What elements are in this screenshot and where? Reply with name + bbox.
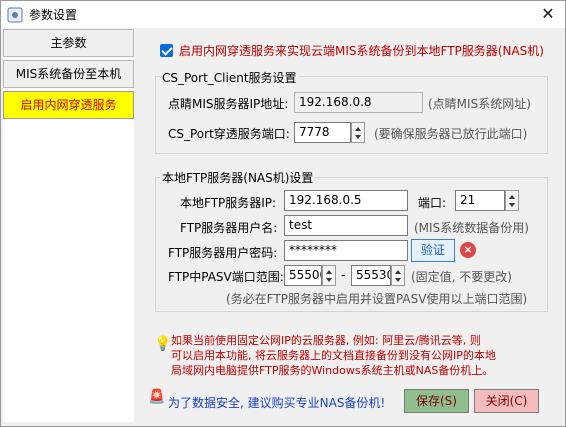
pasv-to-spinner[interactable] [391,265,405,286]
penetration-port-label: CS_Port穿透服务端口: [168,127,290,141]
tip-text: 如果当前使用固定公网IP的云服务器, 例如: 阿里云/腾讯云等, 则 可以启用本… [171,333,551,378]
ftp-port-label: 端口: [418,196,447,210]
close-button[interactable]: 关闭(C) [474,389,539,413]
verify-button[interactable]: 验证 [411,239,455,262]
server-ip-label: 点睛MIS服务器IP地址: [168,97,289,111]
save-button[interactable]: 保存(S) [404,389,469,413]
title-bar: 参数设置 ✕ [1,1,565,28]
pasv-range-label: FTP中PASV端口范围: [168,270,284,284]
main-panel: 启用内网穿透服务来实现云端MIS系统备份到本地FTP服务器(NAS机) CS_P… [140,29,560,422]
tip-line-2: 可以启用本功能, 将云服务器上的文档直接备份到没有公网IP的本地 [171,349,496,362]
sidebar-item-mis-backup[interactable]: MIS系统备份至本机 [3,60,134,88]
cs-port-legend: CS_Port_Client服务设置 [160,69,299,86]
penetration-port-hint: (要确保服务器已放行此端口) [374,127,528,141]
window-close-icon[interactable]: ✕ [537,3,559,25]
penetration-port-field[interactable]: 7778 [294,122,351,143]
ftp-legend: 本地FTP服务器(NAS机)设置 [160,169,316,186]
enable-penetration-checkbox[interactable]: 启用内网穿透服务来实现云端MIS系统备份到本地FTP服务器(NAS机) [160,41,544,59]
server-ip-hint: (点睛MIS系统网址) [428,97,531,111]
security-notice: 为了数据安全, 建议购买专业NAS备份机! [168,396,386,410]
tip-line-3: 局域网内电脑提供FTP服务的Windows系统主机或NAS备份机上。 [171,364,494,377]
pasv-note: (务必在FTP服务器中启用并设置PASV使用以上端口范围) [226,292,528,306]
tip-line-1: 如果当前使用固定公网IP的云服务器, 例如: 阿里云/腾讯云等, 则 [171,334,481,347]
ftp-password-label: FTP服务器用户密码: [168,246,278,260]
ftp-port-field[interactable]: 21 [455,190,505,211]
sidebar-item-main-params[interactable]: 主参数 [3,29,134,57]
checkbox-checked[interactable] [160,43,173,57]
lightbulb-icon: 💡 [154,336,172,352]
gear-icon [7,7,23,23]
sidebar-item-intranet-penetration[interactable]: 启用内网穿透服务 [3,91,134,119]
ftp-user-field[interactable]: test [284,215,408,236]
alarm-icon: 🚨 [148,389,166,405]
pasv-range-hint: (固定值, 不要更改) [411,270,512,284]
ftp-ip-field[interactable]: 192.168.0.5 [284,190,408,211]
pasv-from-spinner[interactable] [322,265,336,286]
window-title: 参数设置 [29,8,78,22]
ftp-user-hint: (MIS系统数据备份用) [414,221,529,235]
settings-window: 参数设置 ✕ 主参数 MIS系统备份至本机 启用内网穿透服务 启用内网穿透服务来… [0,0,566,427]
pasv-to-field[interactable]: 55530 [351,265,391,286]
server-ip-field[interactable]: 192.168.0.8 [294,92,423,113]
enable-penetration-label: 启用内网穿透服务来实现云端MIS系统备份到本地FTP服务器(NAS机) [179,43,544,58]
ftp-user-label: FTP服务器用户名: [180,221,278,235]
ftp-ip-label: 本地FTP服务器IP: [180,196,277,210]
pasv-from-field[interactable]: 55500 [284,265,322,286]
ftp-port-spinner[interactable] [505,190,519,211]
error-icon: × [460,242,476,258]
sidebar: 主参数 MIS系统备份至本机 启用内网穿透服务 [3,29,134,422]
pasv-separator: - [341,268,346,282]
ftp-password-field[interactable]: ******** [284,240,408,261]
penetration-port-spinner[interactable] [351,122,365,143]
